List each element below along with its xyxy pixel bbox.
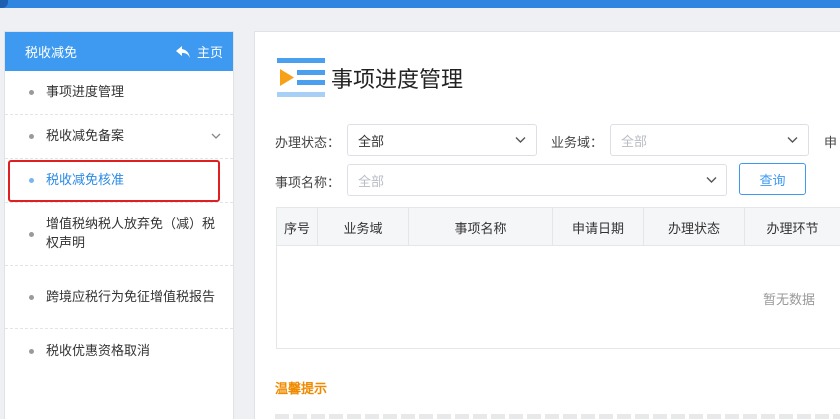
- bullet-icon: [29, 294, 34, 300]
- domain-select[interactable]: 全部: [610, 124, 809, 156]
- column-header: 办理环节: [745, 208, 840, 246]
- sidebar-item-qualification-cancel[interactable]: 税收优惠资格取消: [5, 329, 233, 373]
- sidebar-title: 税收减免: [25, 46, 78, 61]
- back-arrow-icon: [175, 45, 190, 58]
- apply-date-label: 申: [824, 136, 838, 151]
- sidebar-item-waiver-declaration[interactable]: 增值税纳税人放弃免（减）税权声明: [5, 203, 233, 266]
- column-header: 业务域: [318, 208, 409, 246]
- item-name-select[interactable]: 全部: [347, 164, 727, 196]
- column-header: 办理状态: [644, 208, 745, 246]
- sidebar-header: 税收减免 主页: [5, 32, 233, 71]
- main-panel: 事项进度管理 办理状态： 全部 业务域： 全部 申 事项名称： 全部 查询 序号…: [254, 31, 840, 419]
- banner-corner: [0, 0, 8, 8]
- list-title-icon: [277, 58, 325, 97]
- status-select[interactable]: 全部: [347, 124, 537, 156]
- tips-title: 温馨提示: [275, 382, 328, 397]
- domain-label: 业务域：: [551, 136, 604, 151]
- tips-content-obscured: [275, 414, 840, 419]
- bullet-icon: [29, 348, 34, 354]
- page-title: 事项进度管理: [331, 68, 464, 93]
- sidebar-item-label: 税收减免备案: [46, 129, 125, 144]
- column-header: 事项名称: [409, 208, 553, 246]
- sidebar-item-progress[interactable]: 事项进度管理: [5, 71, 233, 115]
- domain-placeholder: 全部: [621, 134, 648, 150]
- home-link[interactable]: 主页: [175, 42, 223, 61]
- sidebar-item-label: 增值税纳税人放弃免（减）税权声明: [46, 217, 216, 251]
- sidebar-menu: 事项进度管理 税收减免备案 税收减免核准 增值税纳税人放弃免（减）税权声明 跨境…: [5, 71, 233, 373]
- status-value: 全部: [358, 134, 385, 150]
- empty-state-text: 暂无数据: [763, 293, 816, 308]
- item-name-placeholder: 全部: [358, 174, 385, 190]
- bullet-icon: [29, 231, 34, 237]
- chevron-down-icon: [787, 137, 798, 143]
- bullet-icon: [29, 90, 34, 95]
- column-header: 申请日期: [553, 208, 644, 246]
- chevron-down-icon: [706, 177, 717, 183]
- page-header: 事项进度管理: [277, 58, 463, 98]
- column-header: 序号: [277, 208, 318, 246]
- sidebar-item-label: 事项进度管理: [46, 85, 125, 100]
- status-label: 办理状态：: [275, 136, 341, 151]
- query-button[interactable]: 查询: [739, 163, 806, 195]
- sidebar: 税收减免 主页 事项进度管理 税收减免备案 税收减免核准 增值税纳税人放弃免（减…: [4, 31, 234, 419]
- sidebar-item-cross-border-report[interactable]: 跨境应税行为免征增值税报告: [5, 266, 233, 329]
- sidebar-item-label: 跨境应税行为免征增值税报告: [46, 289, 216, 305]
- chevron-down-icon[interactable]: [211, 131, 221, 141]
- sidebar-item-label: 税收减免核准: [46, 173, 125, 188]
- home-label: 主页: [196, 46, 223, 61]
- bullet-icon: [29, 134, 34, 139]
- item-name-label: 事项名称：: [275, 176, 341, 191]
- chevron-down-icon: [515, 137, 526, 143]
- table-header: 序号 业务域 事项名称 申请日期 办理状态 办理环节 操: [277, 208, 840, 246]
- top-banner: [0, 0, 840, 8]
- results-table: 序号 业务域 事项名称 申请日期 办理状态 办理环节 操 暂无数据: [276, 207, 840, 349]
- bullet-icon: [29, 178, 34, 183]
- sidebar-item-filing[interactable]: 税收减免备案: [5, 115, 233, 159]
- sidebar-item-approval[interactable]: 税收减免核准: [5, 159, 233, 203]
- sidebar-item-label: 税收优惠资格取消: [46, 343, 151, 359]
